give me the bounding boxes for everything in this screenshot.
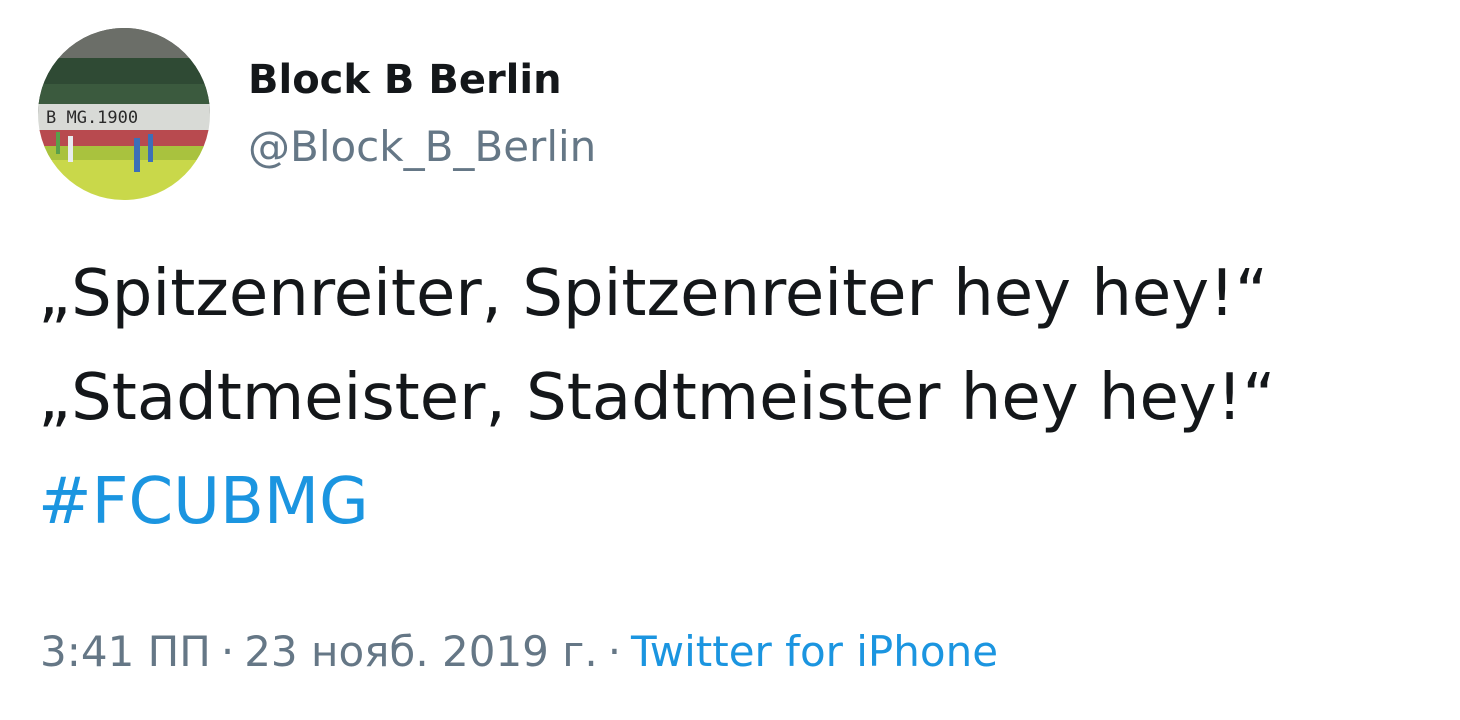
meta-separator: · <box>220 627 235 676</box>
hashtag-link[interactable]: #FCUBMG <box>38 462 369 542</box>
avatar-banner-text: B MG.1900 <box>46 108 138 128</box>
avatar-photo: B MG.1900 <box>38 28 210 200</box>
tweet-date[interactable]: 23 нояб. 2019 г. <box>244 627 597 676</box>
author-avatar[interactable]: B MG.1900 <box>38 28 210 200</box>
author-display-name[interactable]: Block B Berlin <box>248 54 562 106</box>
tweet-text-line: „Spitzenreiter, Spitzenreiter hey hey!“ <box>38 257 1268 331</box>
tweet-source-link[interactable]: Twitter for iPhone <box>631 627 998 676</box>
author-handle[interactable]: @Block_B_Berlin <box>248 120 596 174</box>
meta-separator: · <box>607 627 622 676</box>
tweet-card: B MG.1900 Block B Berlin @Block_B_Berlin… <box>0 0 1460 720</box>
tweet-text-line: „Stadtmeister, Stadtmeister hey hey!“ <box>38 361 1276 435</box>
tweet-time[interactable]: 3:41 ПП <box>40 627 211 676</box>
tweet-metadata: 3:41 ПП · 23 нояб. 2019 г. · Twitter for iPh… <box>40 624 998 680</box>
